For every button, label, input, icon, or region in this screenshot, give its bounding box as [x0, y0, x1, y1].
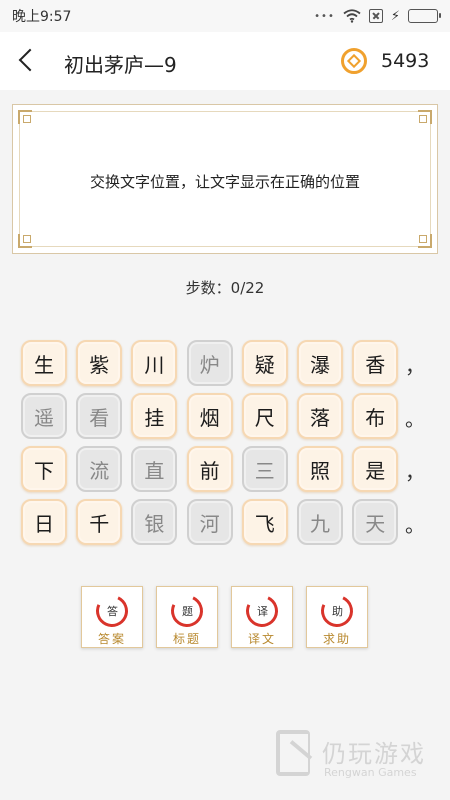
status-icons: ••• ⚡ — [314, 8, 441, 24]
button-glyph: 答 — [106, 605, 118, 618]
character-tile[interactable]: 下 — [21, 446, 67, 492]
character-tile[interactable]: 河 — [186, 499, 233, 545]
character-tile[interactable]: 飞 — [241, 499, 288, 545]
character-tile[interactable]: 落 — [297, 393, 343, 439]
seal-ring-icon: 题 — [166, 590, 208, 632]
instruction-text: 交换文字位置，让文字显示在正确的位置 — [89, 173, 360, 191]
grid-row: 遥看挂烟尺落布。 — [21, 393, 431, 441]
help-button[interactable]: 助求助 — [306, 586, 368, 648]
character-tile[interactable]: 尺 — [241, 393, 288, 439]
button-label: 求助 — [322, 632, 351, 646]
step-counter: 步数：0/22 — [185, 279, 265, 297]
seal-ring-icon: 助 — [316, 590, 358, 632]
character-tile[interactable]: 千 — [76, 499, 123, 545]
coin-count: 5493 — [381, 50, 430, 72]
button-glyph: 题 — [181, 605, 193, 618]
header: 初出茅庐—9 5493 — [0, 32, 450, 90]
button-glyph: 助 — [331, 605, 343, 618]
corner-ornament-icon — [418, 234, 432, 248]
punctuation-mark: 。 — [405, 407, 425, 431]
answer-button[interactable]: 答答案 — [81, 586, 143, 648]
button-label: 标题 — [172, 632, 201, 646]
character-tile[interactable]: 流 — [76, 446, 123, 492]
character-tile[interactable]: 炉 — [186, 340, 233, 386]
watermark-en: Rengwan Games — [324, 766, 417, 779]
corner-ornament-icon — [18, 234, 32, 248]
back-icon[interactable] — [18, 48, 42, 72]
grid-row: 日千银河飞九天。 — [21, 499, 431, 547]
status-time: 晚上9:57 — [12, 9, 72, 25]
character-tile[interactable]: 九 — [297, 499, 343, 545]
title-button[interactable]: 题标题 — [156, 586, 218, 648]
page-title: 初出茅庐—9 — [64, 53, 177, 77]
character-tile[interactable]: 看 — [76, 393, 123, 439]
button-label: 译文 — [247, 632, 276, 646]
character-tile[interactable]: 生 — [21, 340, 67, 386]
punctuation-mark: 。 — [405, 513, 425, 537]
character-tile[interactable]: 银 — [131, 499, 178, 545]
character-tile[interactable]: 日 — [21, 499, 67, 545]
watermark-logo-icon — [276, 730, 310, 776]
battery-icon — [408, 9, 441, 23]
punctuation-mark: ， — [405, 460, 425, 484]
grid-row: 下流直前三照是， — [21, 446, 431, 494]
button-label: 答案 — [97, 632, 126, 646]
character-tile[interactable]: 是 — [352, 446, 399, 492]
character-tile[interactable]: 香 — [352, 340, 399, 386]
character-tile[interactable]: 前 — [186, 446, 233, 492]
character-tile[interactable]: 照 — [297, 446, 343, 492]
wifi-icon — [343, 9, 361, 23]
punctuation-mark: ， — [405, 354, 425, 378]
character-tile[interactable]: 川 — [131, 340, 178, 386]
corner-ornament-icon — [18, 110, 32, 124]
character-tile[interactable]: 布 — [352, 393, 399, 439]
grid-row: 生紫川炉疑瀑香， — [21, 340, 431, 388]
character-tile[interactable]: 天 — [352, 499, 399, 545]
character-tile[interactable]: 挂 — [131, 393, 178, 439]
button-glyph: 译 — [256, 605, 268, 618]
signal-dots-icon: ••• — [314, 10, 335, 22]
character-tile[interactable]: 疑 — [241, 340, 288, 386]
instruction-panel: 交换文字位置，让文字显示在正确的位置 — [12, 104, 438, 254]
seal-ring-icon: 答 — [91, 590, 133, 632]
coin-icon — [341, 48, 367, 74]
character-tile[interactable]: 遥 — [21, 393, 67, 439]
seal-ring-icon: 译 — [241, 590, 283, 632]
charging-icon: ⚡ — [390, 8, 400, 24]
character-tile[interactable]: 紫 — [76, 340, 123, 386]
translation-button[interactable]: 译译文 — [231, 586, 293, 648]
character-tile[interactable]: 直 — [131, 446, 178, 492]
watermark-cn: 仍玩游戏 — [322, 740, 426, 768]
character-tile[interactable]: 三 — [241, 446, 288, 492]
corner-ornament-icon — [418, 110, 432, 124]
no-sim-icon — [368, 9, 383, 23]
character-tile[interactable]: 烟 — [186, 393, 233, 439]
status-bar: 晚上9:57 ••• ⚡ — [0, 0, 450, 32]
character-tile[interactable]: 瀑 — [297, 340, 343, 386]
